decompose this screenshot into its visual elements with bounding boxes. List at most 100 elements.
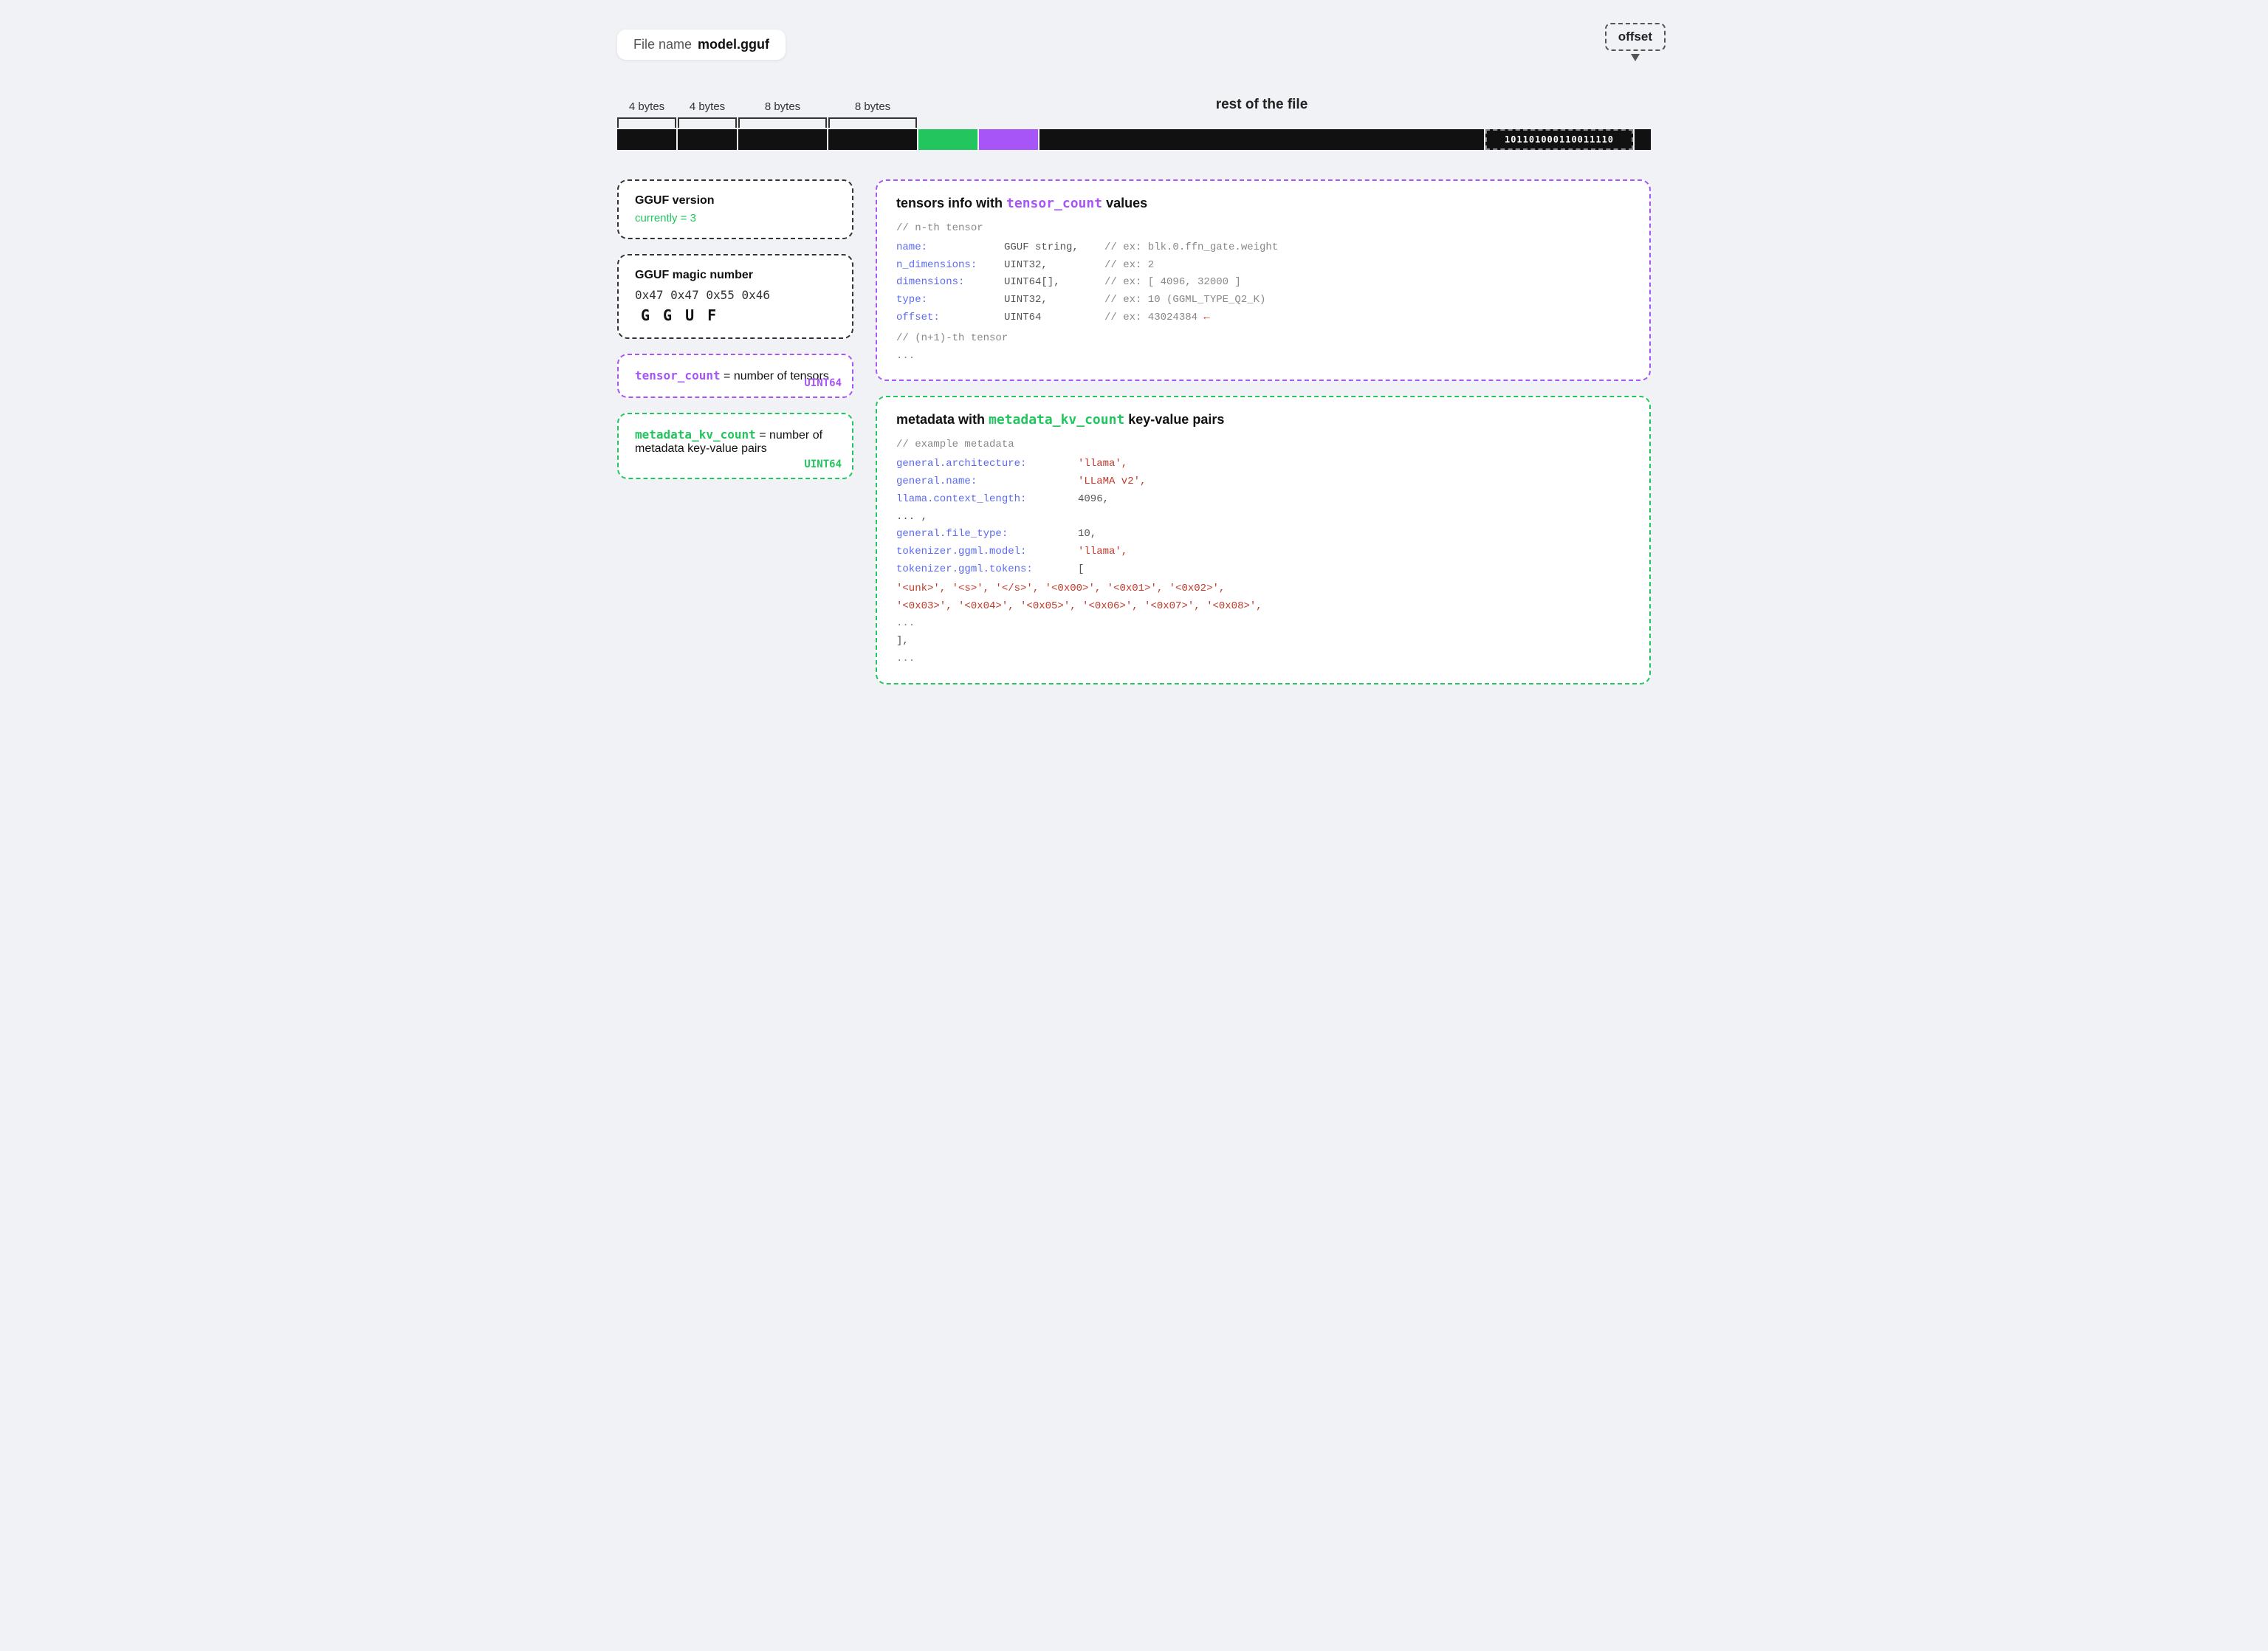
meta-close: ],	[896, 633, 1630, 651]
meta-tokens-1: '<unk>', '<s>', '</s>', '<0x00>', '<0x01…	[896, 580, 1630, 598]
meta-key-0: general.architecture:	[896, 456, 1073, 473]
tensors-comment2: // (n+1)-th tensor	[896, 330, 1630, 348]
field-comment-type: // ex: 10 (GGML_TYPE_Q2_K)	[1104, 292, 1265, 309]
metadata-title-end: key-value pairs	[1124, 412, 1224, 427]
field-type-ndim: UINT32,	[1004, 257, 1100, 275]
binary-bar-section: 4 bytes 4 bytes 8 bytes 8 bytes rest of …	[617, 97, 1651, 150]
meta-line-4: general.file_type: 10,	[896, 526, 1630, 543]
field-type-name: GGUF string,	[1004, 239, 1100, 257]
page: File name model.gguf 4 bytes 4 bytes 8 b…	[617, 30, 1651, 684]
tensors-info-box: tensors info with tensor_count values //…	[876, 179, 1651, 381]
meta-key-2: llama.context_length:	[896, 491, 1073, 509]
meta-tokens-3: ...	[896, 615, 1630, 633]
metadata-title: metadata with metadata_kv_count key-valu…	[896, 412, 1630, 428]
seg-magic	[617, 129, 676, 150]
byte-label-2: 4 bytes	[678, 100, 737, 113]
metadata-count-badge: UINT64	[804, 459, 842, 470]
tensors-title-prefix: tensors info with	[896, 196, 1006, 210]
tensor-count-name: tensor_count	[635, 368, 721, 382]
meta-line-3: ... ,	[896, 509, 1630, 526]
metadata-count-label: metadata_kv_count = number of metadata k…	[635, 428, 836, 456]
field-type-offset: UINT64	[1004, 309, 1100, 327]
magic-hex: 0x47 0x47 0x55 0x46	[635, 288, 836, 302]
gguf-magic-box: GGUF magic number 0x47 0x47 0x55 0x46 G …	[617, 254, 853, 339]
gguf-version-box: GGUF version currently = 3	[617, 179, 853, 239]
magic-u: U	[685, 306, 694, 324]
field-type-dims: UINT64[],	[1004, 274, 1100, 292]
tensors-field-name: name: GGUF string, // ex: blk.0.ffn_gate…	[896, 239, 1630, 257]
tensors-title-mono: tensor_count	[1006, 196, 1102, 211]
metadata-code: // example metadata general.architecture…	[896, 436, 1630, 667]
version-value: currently = 3	[635, 212, 836, 224]
seg-green	[918, 129, 977, 150]
version-title: GGUF version	[635, 194, 836, 207]
bracket-4	[828, 117, 917, 128]
seg-end	[1635, 129, 1651, 150]
meta-line-6: tokenizer.ggml.tokens: [	[896, 561, 1630, 579]
magic-g1: G	[641, 306, 650, 324]
tensors-ellipsis: ...	[896, 348, 1630, 365]
meta-line-2: llama.context_length: 4096,	[896, 491, 1630, 509]
binary-bar: 101101000110011110	[617, 129, 1651, 150]
field-key-ndim: n_dimensions:	[896, 257, 1000, 275]
field-key-dims: dimensions:	[896, 274, 1000, 292]
seg-rest	[1040, 129, 1484, 150]
bracket-3	[738, 117, 827, 128]
byte-label-3: 8 bytes	[738, 100, 827, 113]
magic-g2: G	[663, 306, 672, 324]
tensors-field-type: type: UINT32, // ex: 10 (GGML_TYPE_Q2_K)	[896, 292, 1630, 309]
field-comment-ndim: // ex: 2	[1104, 257, 1154, 275]
tensors-comment1: // n-th tensor	[896, 220, 1630, 238]
tensor-count-badge: UINT64	[804, 377, 842, 389]
file-name: model.gguf	[698, 37, 769, 52]
tensors-field-ndim: n_dimensions: UINT32, // ex: 2	[896, 257, 1630, 275]
meta-key-6: tokenizer.ggml.tokens:	[896, 561, 1073, 579]
metadata-comment: // example metadata	[896, 436, 1630, 454]
field-key-offset: offset:	[896, 309, 1000, 327]
meta-val-0: 'llama',	[1078, 456, 1127, 473]
meta-val-4: 10,	[1078, 526, 1096, 543]
meta-line-0: general.architecture: 'llama',	[896, 456, 1630, 473]
bracket-1	[617, 117, 676, 128]
tensors-field-dims: dimensions: UINT64[], // ex: [ 4096, 320…	[896, 274, 1630, 292]
seg-purple	[979, 129, 1038, 150]
tensors-title: tensors info with tensor_count values	[896, 196, 1630, 211]
tensors-field-offset: offset: UINT64 // ex: 43024384 ←	[896, 309, 1630, 327]
file-badge: File name model.gguf	[617, 30, 786, 60]
meta-val-2: 4096,	[1078, 491, 1109, 509]
field-comment-offset: // ex: 43024384 ←	[1104, 309, 1210, 327]
tensors-title-end: values	[1102, 196, 1147, 210]
main-content: GGUF version currently = 3 GGUF magic nu…	[617, 179, 1651, 684]
offset-label: offset	[1605, 23, 1666, 51]
seg-tensor-count	[738, 129, 827, 150]
metadata-title-mono: metadata_kv_count	[989, 412, 1124, 428]
meta-line-5: tokenizer.ggml.model: 'llama',	[896, 543, 1630, 561]
seg-binary: 101101000110011110	[1485, 129, 1633, 150]
metadata-title-prefix: metadata with	[896, 412, 989, 427]
tensor-count-box: tensor_count = number of tensors UINT64	[617, 354, 853, 398]
meta-end-ellipsis: ...	[896, 651, 1630, 668]
seg-metadata-count	[828, 129, 917, 150]
field-comment-name: // ex: blk.0.ffn_gate.weight	[1104, 239, 1278, 257]
offset-badge: offset	[1605, 23, 1666, 61]
metadata-count-box: metadata_kv_count = number of metadata k…	[617, 413, 853, 479]
byte-label-1: 4 bytes	[617, 100, 676, 113]
magic-letters: G G U F	[635, 306, 836, 324]
meta-val-6: [	[1078, 561, 1084, 579]
field-key-name: name:	[896, 239, 1000, 257]
right-column: tensors info with tensor_count values //…	[876, 179, 1651, 684]
meta-key-1: general.name:	[896, 473, 1073, 491]
field-type-type: UINT32,	[1004, 292, 1100, 309]
meta-line-1: general.name: 'LLaMA v2',	[896, 473, 1630, 491]
metadata-count-name: metadata_kv_count	[635, 428, 756, 442]
seg-version	[678, 129, 737, 150]
rest-label: rest of the file	[1040, 97, 1484, 113]
magic-f: F	[707, 306, 716, 324]
field-comment-dims: // ex: [ 4096, 32000 ]	[1104, 274, 1241, 292]
meta-key-3: ... ,	[896, 511, 927, 523]
field-key-type: type:	[896, 292, 1000, 309]
meta-key-4: general.file_type:	[896, 526, 1073, 543]
meta-tokens-2: '<0x03>', '<0x04>', '<0x05>', '<0x06>', …	[896, 598, 1630, 616]
magic-title: GGUF magic number	[635, 269, 836, 282]
file-label: File name	[633, 37, 692, 52]
